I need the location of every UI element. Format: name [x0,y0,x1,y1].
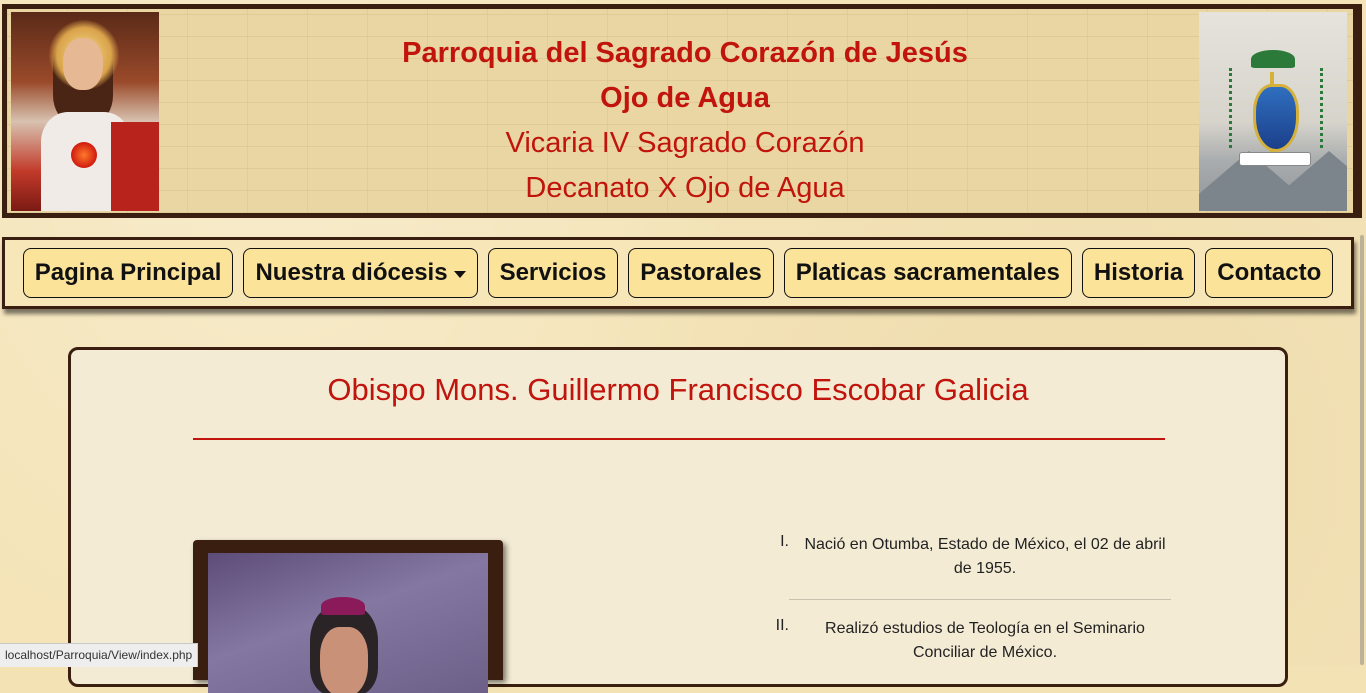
nav-contact-label: Contacto [1217,259,1322,286]
main-navigation: Pagina Principal Nuestra diócesis Servic… [2,237,1354,309]
page-scrollbar[interactable] [1360,235,1364,665]
sacred-heart-image [11,12,159,211]
caret-down-icon [453,270,466,278]
list-item: I. Nació en Otumba, Estado de México, el… [761,533,1171,581]
header-titles: Parroquia del Sagrado Corazón de Jesús O… [167,31,1203,211]
nav-home-label: Pagina Principal [34,259,222,286]
bishop-portrait-frame [193,540,503,693]
site-header: Parroquia del Sagrado Corazón de Jesús O… [2,4,1358,218]
bishop-facts-list: I. Nació en Otumba, Estado de México, el… [761,533,1171,665]
nav-home-button[interactable]: Pagina Principal [22,248,234,298]
nav-pastorals-label: Pastorales [640,259,762,286]
bishop-card: Obispo Mons. Guillermo Francisco Escobar… [68,347,1288,693]
diocese-coat-of-arms-image [1199,12,1347,211]
parish-name: Parroquia del Sagrado Corazón de Jesús [402,37,968,69]
vicariate-name: Vicaria IV Sagrado Corazón [505,127,865,159]
nav-sacramental-talks-button[interactable]: Platicas sacramentales [783,248,1072,298]
list-item-text: Nació en Otumba, Estado de México, el 02… [804,536,1166,577]
status-bar-url: localhost/Parroquia/View/index.php [0,643,199,667]
nav-services-label: Servicios [499,259,607,286]
list-item: II. Realizó estudios de Teología en el S… [761,617,1171,665]
list-item-number: I. [780,533,789,550]
nav-history-button[interactable]: Historia [1081,248,1196,298]
title-divider [193,438,1165,440]
nav-sacramental-talks-label: Platicas sacramentales [795,259,1060,286]
nav-diocese-dropdown[interactable]: Nuestra diócesis [243,248,478,298]
list-item-text: Realizó estudios de Teología en el Semin… [825,620,1145,661]
bishop-portrait [208,553,488,693]
deanery-name: Decanato X Ojo de Agua [525,172,845,204]
list-item-number: II. [775,617,789,634]
nav-pastorals-button[interactable]: Pastorales [628,248,774,298]
nav-diocese-label: Nuestra diócesis [255,259,448,286]
parish-location: Ojo de Agua [600,82,770,114]
nav-services-button[interactable]: Servicios [487,248,619,298]
list-divider [789,599,1171,600]
nav-history-label: Historia [1093,259,1184,286]
page-title: Obispo Mons. Guillermo Francisco Escobar… [327,372,1029,407]
nav-contact-button[interactable]: Contacto [1205,248,1334,298]
